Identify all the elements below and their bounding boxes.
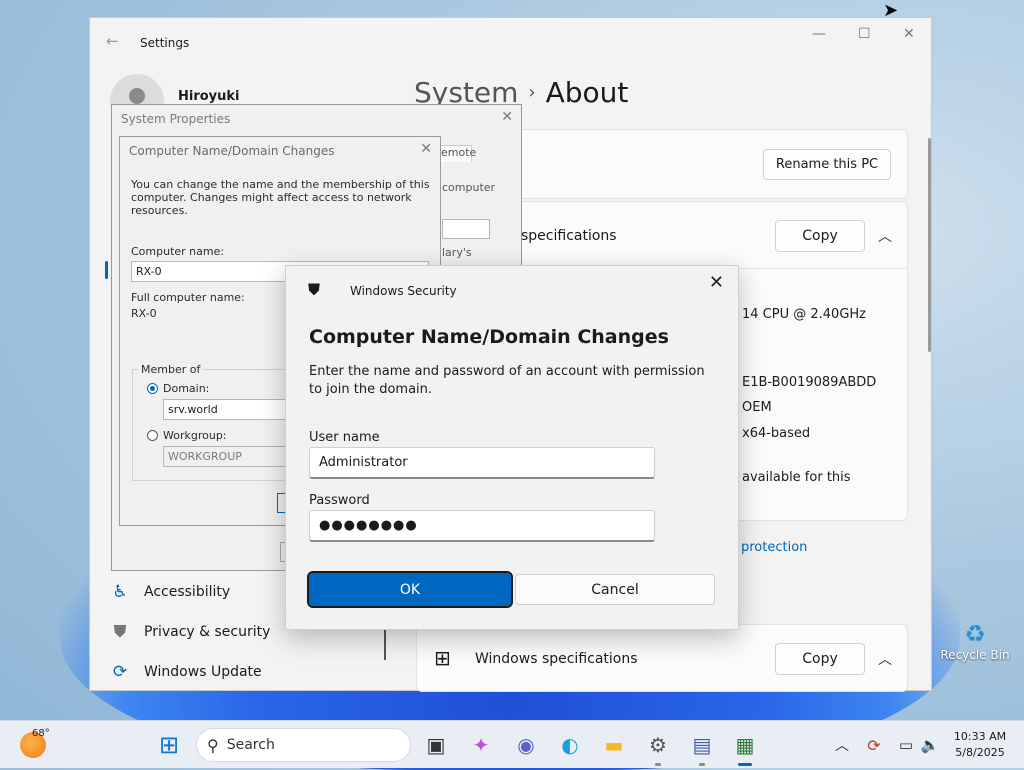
recycle-bin-label: Recycle Bin [940, 648, 1010, 662]
password-input[interactable]: ●●●●●●●● [309, 510, 655, 542]
dialog-description: Enter the name and password of an accoun… [309, 364, 705, 397]
sidebar-item-label: Windows Update [144, 664, 262, 680]
domain-radio[interactable] [147, 383, 158, 394]
close-icon[interactable]: ✕ [709, 272, 724, 293]
teams-icon[interactable]: ◉ [512, 731, 540, 759]
dialog-title: System Properties [121, 112, 231, 126]
windows-logo-icon: ⊞ [434, 646, 451, 670]
close-icon[interactable]: ✕ [903, 26, 915, 42]
active-indicator [738, 763, 752, 766]
device-protection-link[interactable]: protection [741, 540, 807, 555]
workgroup-radio[interactable] [147, 430, 158, 441]
close-icon[interactable]: ✕ [420, 141, 432, 157]
windows-specs-title: Windows specifications [475, 651, 638, 667]
ok-button[interactable]: OK [307, 571, 513, 608]
task-view-icon[interactable]: ▣ [422, 731, 450, 759]
copilot-icon[interactable]: ✦ [467, 731, 495, 759]
dialog-title: Computer Name/Domain Changes [129, 144, 335, 158]
taskbar: 68° ⊞ ⚲ Search ▣ ✦ ◉ ◐ ▬ ⚙ ▤ ▦ ︿ ⟳ ▭ 🔈 1… [0, 720, 1024, 768]
shield-icon: ⛊ [113, 622, 127, 642]
page-title: About [545, 76, 629, 109]
computer-text-fragment: computer [442, 181, 496, 194]
windows-security-taskbar-icon[interactable]: ▦ [731, 731, 759, 759]
nav-selection-indicator [105, 261, 108, 279]
close-icon[interactable]: ✕ [501, 109, 513, 125]
username-input[interactable]: Administrator [309, 447, 655, 479]
mouse-cursor-icon: ➤ [883, 0, 899, 21]
clock[interactable]: 10:33 AM 5/8/2025 [940, 729, 1020, 761]
minimize-icon[interactable]: — [812, 26, 826, 42]
temperature: 68° [32, 728, 50, 739]
settings-gear-icon[interactable]: ⚙ [644, 731, 672, 759]
search-box[interactable]: ⚲ Search [196, 728, 411, 762]
rename-pc-button[interactable]: Rename this PC [763, 149, 891, 180]
tab-remote[interactable]: emote [438, 145, 476, 162]
chevron-up-icon[interactable]: ︿ [878, 226, 892, 246]
chevron-up-icon[interactable]: ︿ [828, 731, 856, 759]
shield-icon: ⛊ [308, 280, 321, 299]
full-name-value: RX-0 [131, 307, 157, 320]
dialog-description: You can change the name and the membersh… [131, 178, 430, 217]
start-icon[interactable]: ⊞ [155, 731, 183, 759]
full-name-label: Full computer name: [131, 291, 245, 304]
windows-security-dialog: ⛊ Windows Security ✕ Computer Name/Domai… [285, 265, 739, 630]
running-indicator [699, 763, 705, 766]
running-indicator [655, 763, 661, 766]
clock-time: 10:33 AM [953, 730, 1007, 743]
dialog-header: Windows Security [350, 284, 457, 298]
maximize-icon[interactable]: ☐ [858, 26, 871, 42]
search-placeholder: Search [226, 737, 275, 753]
computer-name-label: Computer name: [131, 245, 225, 258]
chevron-up-icon[interactable]: ︿ [878, 649, 892, 669]
windows-specs-card: ⊞ Windows specifications Copy ︿ [416, 624, 908, 692]
workgroup-label: Workgroup: [163, 429, 227, 442]
sidebar-item-label: Privacy & security [144, 624, 271, 640]
update-icon: ⟳ [112, 662, 128, 682]
copy-windows-specs-button[interactable]: Copy [775, 643, 865, 675]
search-icon: ⚲ [207, 735, 219, 755]
description-input[interactable] [442, 219, 490, 239]
system-type-value: x64-based [742, 426, 811, 441]
username-label: User name [309, 430, 380, 445]
password-label: Password [309, 493, 370, 508]
sidebar-item-label: Accessibility [144, 584, 231, 600]
edge-icon[interactable]: ◐ [556, 731, 584, 759]
product-id-value: OEM [742, 400, 772, 415]
processor-value: 14 CPU @ 2.40GHz [742, 307, 866, 322]
user-name: Hiroyuki [178, 89, 240, 104]
member-of-label: Member of [138, 363, 204, 376]
sidebar-item-windows-update[interactable]: ⟳ Windows Update [110, 654, 380, 690]
accessibility-icon: ♿ [112, 582, 128, 602]
recycle-bin[interactable]: ♻ Recycle Bin [940, 620, 1010, 662]
copy-device-specs-button[interactable]: Copy [775, 220, 865, 252]
sync-icon[interactable]: ⟳ [860, 731, 888, 759]
file-explorer-icon[interactable]: ▬ [600, 731, 628, 759]
clock-date: 5/8/2025 [955, 746, 1005, 759]
dialog-title: Computer Name/Domain Changes [309, 326, 669, 348]
recycle-bin-icon: ♻ [964, 620, 986, 648]
chevron-right-icon: › [528, 82, 536, 103]
settings-title: Settings [140, 36, 190, 50]
device-specs-title: specifications [521, 228, 617, 244]
device-id-value: E1B-B0019089ABDD [742, 375, 877, 390]
domain-label: Domain: [163, 382, 210, 395]
back-arrow-icon[interactable]: ← [106, 32, 119, 50]
cancel-button[interactable]: Cancel [515, 574, 715, 605]
pen-touch-value: available for this [742, 470, 851, 485]
owner-text-fragment: lary's [442, 246, 472, 259]
scrollbar[interactable] [928, 138, 931, 352]
system-properties-taskbar-icon[interactable]: ▤ [688, 731, 716, 759]
